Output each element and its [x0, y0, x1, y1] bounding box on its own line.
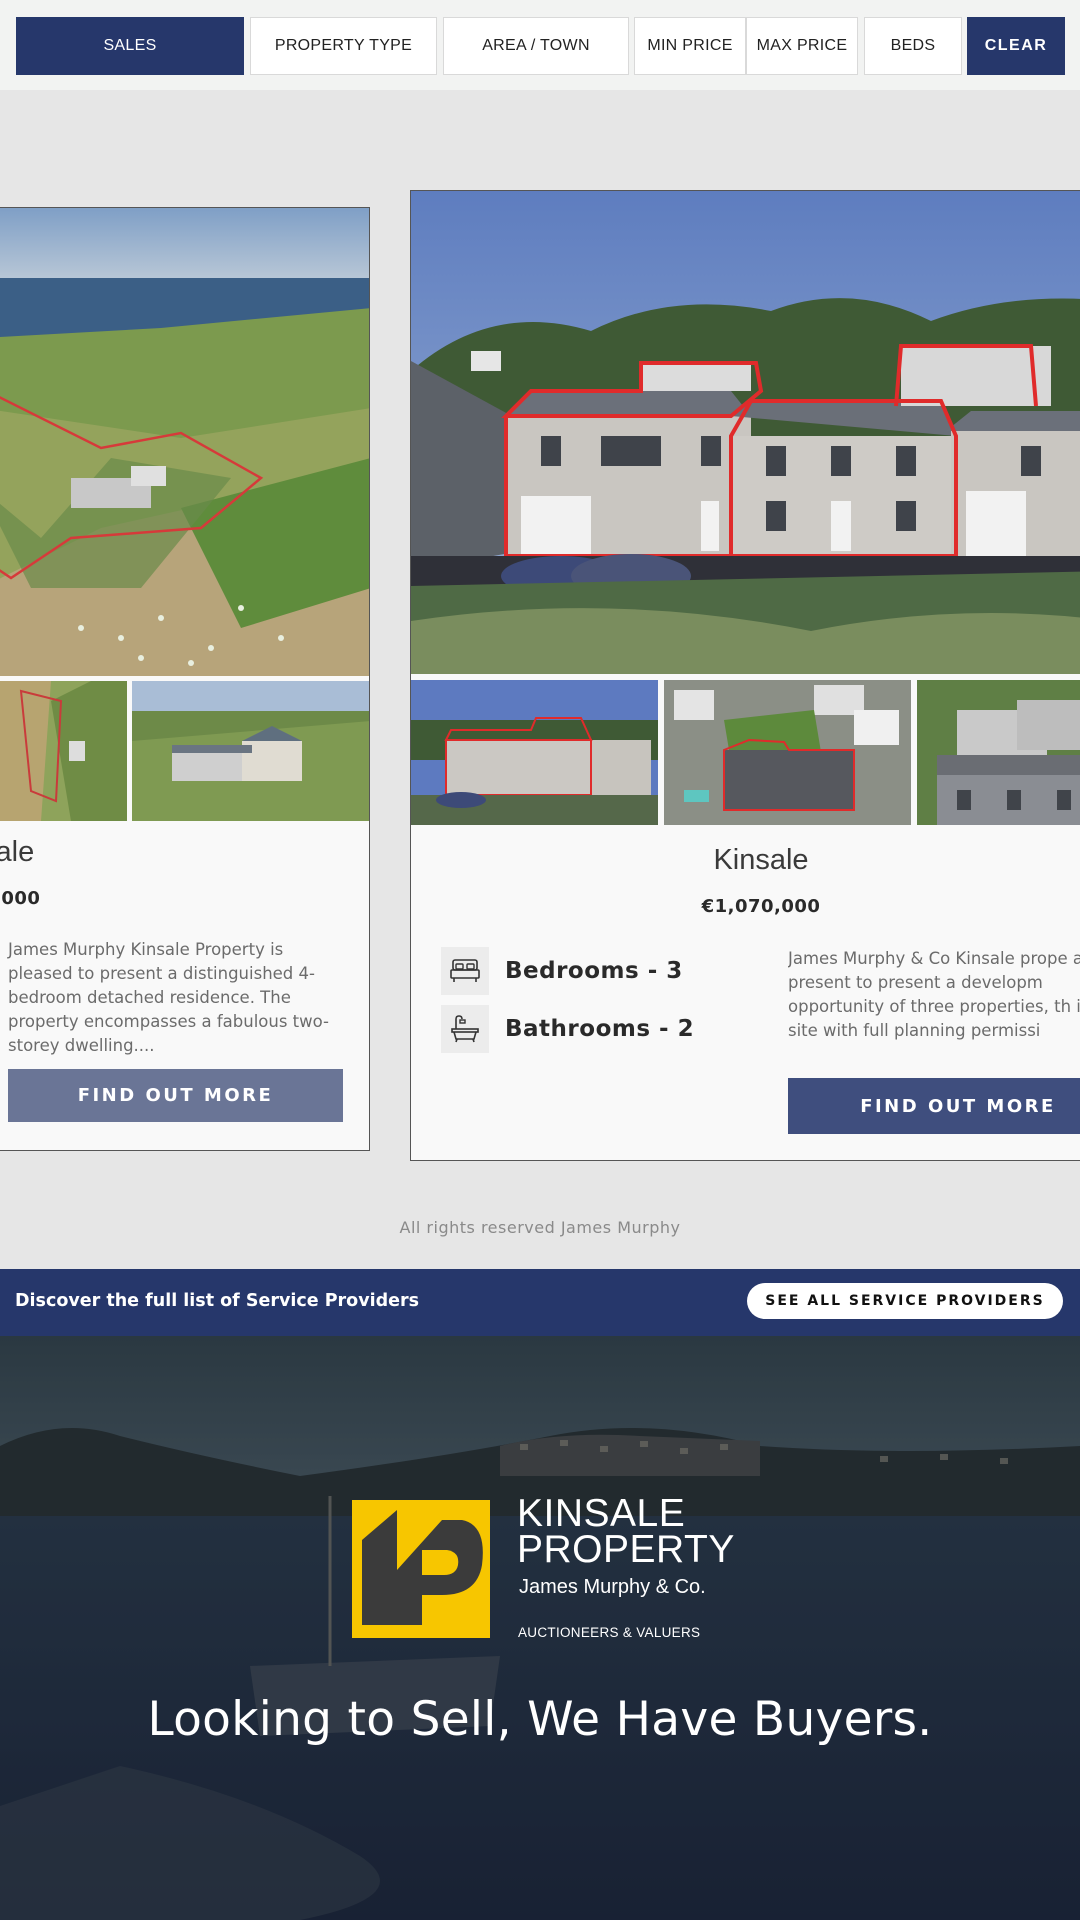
clear-filters-button[interactable]: CLEAR [967, 17, 1065, 75]
property-card-featured: Kinsale €1,070,000 Bedrooms - 3 Bathroom… [410, 190, 1080, 1161]
property-description: James Murphy & Co Kinsale prope are pres… [788, 949, 1080, 1040]
hero-banner: KINSALE PROPERTY James Murphy & Co. AUCT… [0, 1336, 1080, 1920]
property-main-photo[interactable] [411, 191, 1080, 674]
property-price: €1,070,000 [701, 896, 821, 917]
filter-sales-button[interactable]: SALES [16, 17, 244, 75]
property-main-photo[interactable] [0, 208, 369, 676]
brand-name-line1: KINSALE [517, 1492, 686, 1535]
property-thumbnail[interactable] [664, 680, 911, 825]
property-title: sale [0, 836, 35, 868]
find-out-more-button[interactable]: FIND OUT MORE [8, 1069, 343, 1122]
filter-max-price-dropdown[interactable]: MAX PRICE [746, 17, 858, 75]
filter-bar: SALES PROPERTY TYPE AREA / TOWN MIN PRIC… [0, 0, 1080, 90]
brand-subtitle: James Murphy & Co. [519, 1576, 706, 1598]
kinsale-property-logo-mark [352, 1500, 490, 1638]
bedrooms-label: Bedrooms - 3 [505, 958, 683, 984]
property-price: 0,000 [0, 888, 41, 909]
find-out-more-button[interactable]: FIND OUT MORE [788, 1078, 1080, 1134]
bathrooms-label: Bathrooms - 2 [505, 1016, 695, 1042]
service-providers-text: Discover the full list of Service Provid… [15, 1291, 420, 1311]
property-title: Kinsale [713, 844, 809, 876]
bath-icon [441, 1005, 489, 1053]
brand-name-line2: PROPERTY [517, 1528, 735, 1571]
property-thumbnail[interactable] [0, 681, 127, 821]
hero-headline: Looking to Sell, We Have Buyers. [147, 1692, 933, 1747]
property-thumbnail[interactable] [917, 680, 1080, 825]
brand-tagline: AUCTIONEERS & VALUERS [518, 1625, 701, 1640]
service-providers-bar: Discover the full list of Service Provid… [0, 1269, 1080, 1336]
filter-property-type-dropdown[interactable]: PROPERTY TYPE [250, 17, 437, 75]
bed-icon [441, 947, 489, 995]
bedrooms-feature: Bedrooms - 3 [441, 947, 683, 995]
filter-area-town-dropdown[interactable]: AREA / TOWN [443, 17, 629, 75]
copyright-text: All rights reserved James Murphy [399, 1218, 681, 1237]
property-thumbnail[interactable] [411, 680, 658, 825]
property-thumbnail[interactable] [132, 681, 369, 821]
see-all-service-providers-button[interactable]: SEE ALL SERVICE PROVIDERS [747, 1283, 1063, 1319]
bathrooms-feature: Bathrooms - 2 [441, 1005, 694, 1053]
filter-min-price-dropdown[interactable]: MIN PRICE [634, 17, 746, 75]
filter-beds-dropdown[interactable]: BEDS [864, 17, 962, 75]
property-card: sale 0,000 James Murphy Kinsale Property… [0, 207, 370, 1151]
property-description: James Murphy Kinsale Property is pleased… [8, 940, 330, 1055]
